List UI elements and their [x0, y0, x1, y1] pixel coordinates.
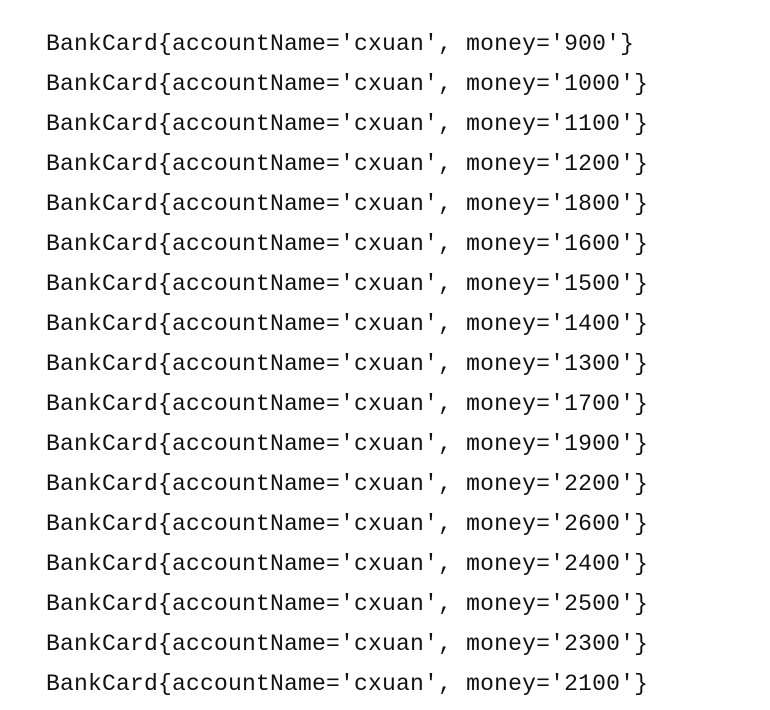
console-output: BankCard{accountName='cxuan', money='900…: [46, 24, 648, 704]
output-line: BankCard{accountName='cxuan', money='260…: [46, 511, 649, 537]
output-line: BankCard{accountName='cxuan', money='140…: [46, 311, 649, 337]
output-line: BankCard{accountName='cxuan', money='160…: [46, 231, 649, 257]
output-line: BankCard{accountName='cxuan', money='100…: [46, 71, 649, 97]
output-line: BankCard{accountName='cxuan', money='220…: [46, 471, 649, 497]
output-line: BankCard{accountName='cxuan', money='150…: [46, 271, 649, 297]
output-line: BankCard{accountName='cxuan', money='130…: [46, 351, 649, 377]
output-line: BankCard{accountName='cxuan', money='190…: [46, 431, 649, 457]
output-line: BankCard{accountName='cxuan', money='230…: [46, 631, 649, 657]
output-line: BankCard{accountName='cxuan', money='110…: [46, 111, 649, 137]
output-line: BankCard{accountName='cxuan', money='250…: [46, 591, 649, 617]
output-line: BankCard{accountName='cxuan', money='180…: [46, 191, 649, 217]
output-line: BankCard{accountName='cxuan', money='900…: [46, 31, 635, 57]
output-line: BankCard{accountName='cxuan', money='120…: [46, 151, 649, 177]
output-line: BankCard{accountName='cxuan', money='210…: [46, 671, 649, 697]
output-line: BankCard{accountName='cxuan', money='240…: [46, 551, 649, 577]
output-line: BankCard{accountName='cxuan', money='170…: [46, 391, 649, 417]
